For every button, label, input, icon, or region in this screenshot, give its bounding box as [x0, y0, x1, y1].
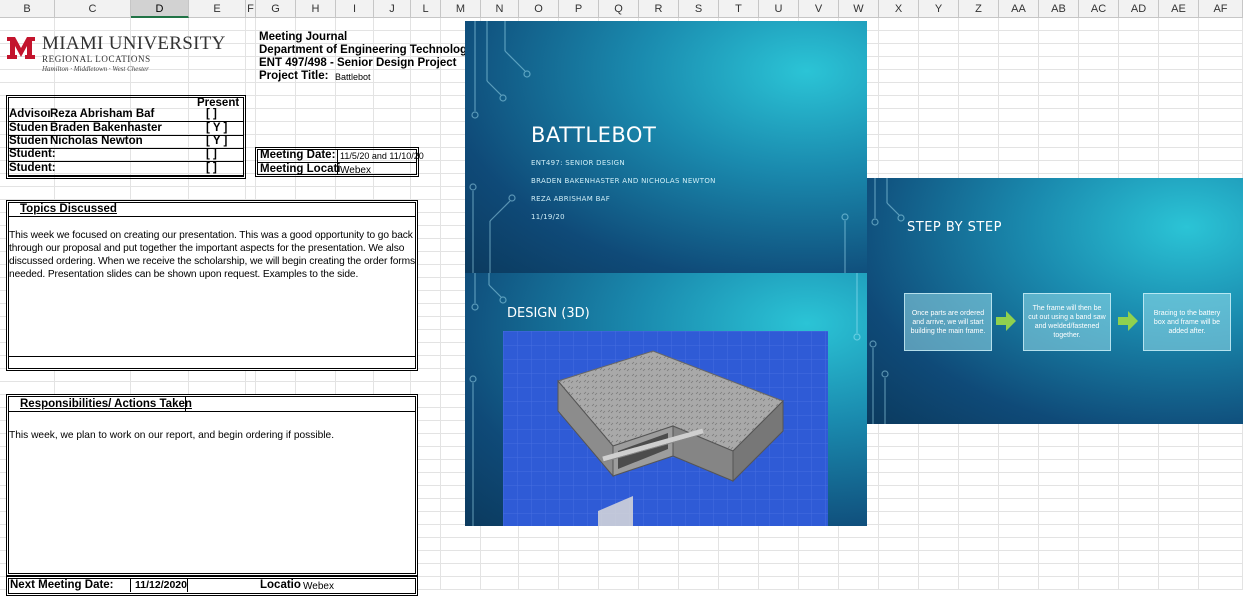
column-header-o[interactable]: O [519, 0, 559, 18]
person-role: Studen [9, 135, 48, 147]
person-name[interactable]: Reza Abrisham Baf [50, 108, 154, 121]
person-name[interactable]: Nicholas Newton [50, 135, 143, 148]
slide-sub-date: 11/19/20 [531, 213, 565, 221]
design-title: DESIGN (3D) [507, 306, 590, 321]
battlebot-model-icon [503, 331, 828, 526]
steps-title: STEP BY STEP [907, 220, 1002, 235]
meeting-date-value[interactable]: 11/5/20 and 11/10/20 [340, 150, 424, 163]
column-header-b[interactable]: B [0, 0, 55, 18]
miami-m-logo-icon [7, 37, 35, 59]
slide-sub-students: BRADEN BAKENHASTER AND NICHOLAS NEWTON [531, 177, 716, 185]
responsibilities-title: Responsibilities/ Actions Taken [20, 398, 192, 410]
logo-locations: Hamilton · Middletown · West Chester [42, 65, 149, 73]
next-location-value[interactable]: Webex [303, 580, 334, 593]
circuit-decoration-icon [469, 21, 849, 273]
slide-step-by-step[interactable]: STEP BY STEP Once parts are ordered and … [867, 178, 1243, 424]
row-divider [9, 175, 243, 176]
column-header-ae[interactable]: AE [1159, 0, 1199, 18]
logo-title: MIAMI UNIVERSITY [42, 33, 226, 54]
column-header-q[interactable]: Q [599, 0, 639, 18]
column-header-aa[interactable]: AA [999, 0, 1039, 18]
person-name[interactable]: Braden Bakenhaster [50, 122, 162, 135]
topics-line: through our proposal and put together th… [9, 243, 405, 254]
meeting-location-value[interactable]: Webex [340, 164, 371, 177]
column-header-af[interactable]: AF [1199, 0, 1243, 18]
department-title: Department of Engineering Technology [259, 44, 474, 56]
journal-title: Meeting Journal [259, 31, 348, 43]
person-role: Studen [9, 122, 48, 134]
column-header-u[interactable]: U [759, 0, 799, 18]
column-header-ac[interactable]: AC [1079, 0, 1119, 18]
column-header-f[interactable]: F [246, 0, 256, 18]
meeting-location-label: Meeting Locati [260, 163, 341, 175]
project-title-label: Project Title: [259, 70, 329, 82]
present-checkbox[interactable]: [ Y ] [206, 135, 227, 148]
person-role: Student: [9, 148, 56, 160]
step-box-1: Once parts are ordered and arrive, we wi… [904, 293, 992, 351]
column-header-bar: B C D E F G H I J L M N O P Q R S T U V W X Y Z AA AB AC AD AE AF [0, 0, 1243, 18]
present-checkbox[interactable]: [ ] [206, 162, 217, 175]
next-location-label: Locatio [260, 579, 301, 591]
column-header-p[interactable]: P [559, 0, 599, 18]
arrow-right-icon [1118, 311, 1138, 331]
present-checkbox[interactable]: [ ] [206, 148, 217, 161]
column-header-x[interactable]: X [879, 0, 919, 18]
topics-title: Topics Discussed [20, 203, 117, 215]
column-header-c[interactable]: C [55, 0, 131, 18]
column-header-m[interactable]: M [441, 0, 481, 18]
responsibilities-line: This week, we plan to work on our report… [9, 430, 335, 441]
topics-line: discussed ordering. When we receive the … [9, 256, 415, 267]
slide-title: BATTLEBOT [531, 123, 657, 147]
meeting-date-label: Meeting Date: [260, 149, 336, 161]
responsibilities-box [6, 394, 418, 576]
next-meeting-label: Next Meeting Date: [10, 579, 114, 591]
column-header-l[interactable]: L [411, 0, 441, 18]
person-role: Advisoı [9, 108, 51, 120]
project-title-value[interactable]: Battlebot [335, 71, 371, 84]
slide-design-3d[interactable]: DESIGN (3D) [465, 273, 867, 526]
column-header-d[interactable]: D [131, 0, 189, 18]
column-header-z[interactable]: Z [959, 0, 999, 18]
column-header-s[interactable]: S [679, 0, 719, 18]
present-checkbox[interactable]: [ ] [206, 108, 217, 121]
person-role: Student: [9, 162, 56, 174]
present-checkbox[interactable]: [ Y ] [206, 122, 227, 135]
arrow-right-icon [996, 311, 1016, 331]
column-header-ab[interactable]: AB [1039, 0, 1079, 18]
topics-line: needed. Presentation slides can be shown… [9, 269, 359, 280]
step-box-2: The frame will then be cut out using a b… [1023, 293, 1111, 351]
slide-sub-course: ENT497: SENIOR DESIGN [531, 159, 625, 167]
topics-line: This week we focused on creating our pre… [9, 230, 413, 241]
column-header-v[interactable]: V [799, 0, 839, 18]
column-header-h[interactable]: H [296, 0, 336, 18]
cad-render-image [503, 331, 828, 526]
step-box-3: Bracing to the battery box and frame wil… [1143, 293, 1231, 351]
column-header-r[interactable]: R [639, 0, 679, 18]
column-header-j[interactable]: J [374, 0, 411, 18]
slide-sub-advisor: REZA ABRISHAM BAF [531, 195, 611, 203]
column-header-t[interactable]: T [719, 0, 759, 18]
column-header-ad[interactable]: AD [1119, 0, 1159, 18]
logo-subtitle: REGIONAL LOCATIONS [42, 54, 151, 64]
column-header-y[interactable]: Y [919, 0, 959, 18]
column-header-e[interactable]: E [189, 0, 246, 18]
topics-box [6, 200, 418, 371]
column-header-w[interactable]: W [839, 0, 879, 18]
column-header-n[interactable]: N [481, 0, 519, 18]
column-header-i[interactable]: I [336, 0, 374, 18]
column-header-g[interactable]: G [256, 0, 296, 18]
course-title: ENT 497/498 - Senior Design Project [259, 57, 457, 69]
next-meeting-value[interactable]: 11/12/2020 [135, 579, 187, 592]
slide-battlebot[interactable]: BATTLEBOT ENT497: SENIOR DESIGN BRADEN B… [465, 21, 867, 273]
